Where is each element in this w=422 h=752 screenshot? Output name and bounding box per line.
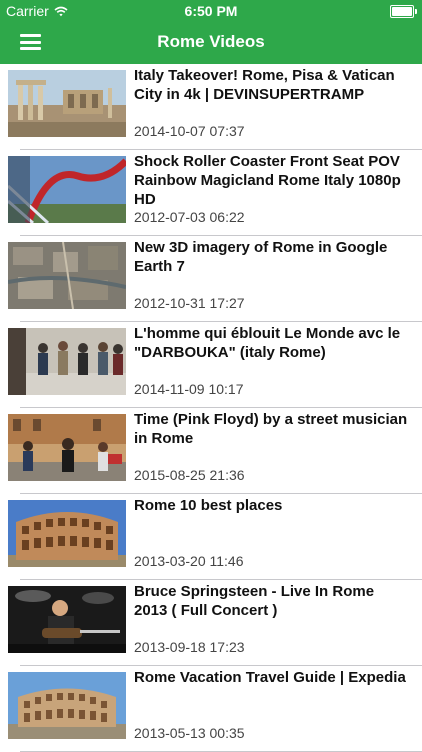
- video-list-item[interactable]: Rome 10 best places 2013-03-20 11:46: [0, 494, 422, 580]
- video-date: 2015-08-25 21:36: [134, 467, 245, 483]
- video-thumbnail[interactable]: [8, 242, 126, 309]
- video-title: Italy Takeover! Rome, Pisa & Vatican Cit…: [134, 67, 395, 103]
- battery-icon: [390, 5, 417, 18]
- video-thumbnail[interactable]: [8, 156, 126, 223]
- app-header: Carrier 6:50 PM Rome Videos: [0, 0, 422, 64]
- video-date: 2012-10-31 17:27: [134, 295, 245, 311]
- video-list-item[interactable]: Rome Vacation Travel Guide | Expedia 201…: [0, 666, 422, 752]
- video-date: 2013-03-20 11:46: [134, 553, 244, 569]
- video-list-item[interactable]: Shock Roller Coaster Front Seat POV Rain…: [0, 150, 422, 236]
- video-list-item[interactable]: New 3D imagery of Rome in Google Earth 7…: [0, 236, 422, 322]
- video-thumbnail[interactable]: [8, 414, 126, 481]
- video-thumbnail[interactable]: [8, 672, 126, 739]
- video-title: Bruce Springsteen - Live In Rome 2013 ( …: [134, 583, 375, 619]
- video-date: 2014-11-09 10:17: [134, 381, 244, 397]
- video-thumbnail[interactable]: [8, 328, 126, 395]
- navigation-bar: Rome Videos: [0, 20, 422, 64]
- video-title: Rome Vacation Travel Guide | Expedia: [134, 669, 406, 686]
- video-title: Time (Pink Floyd) by a street musician i…: [134, 411, 408, 447]
- video-title: Shock Roller Coaster Front Seat POV Rain…: [134, 153, 401, 208]
- video-thumbnail[interactable]: [8, 586, 126, 653]
- video-list-item[interactable]: L'homme qui éblouit Le Monde avc le "DAR…: [0, 322, 422, 408]
- video-title: L'homme qui éblouit Le Monde avc le "DAR…: [134, 325, 401, 361]
- page-title: Rome Videos: [157, 32, 265, 51]
- video-thumbnail[interactable]: [8, 500, 126, 567]
- video-title: New 3D imagery of Rome in Google Earth 7: [134, 239, 388, 275]
- video-thumbnail[interactable]: [8, 70, 126, 137]
- video-list-item[interactable]: Bruce Springsteen - Live In Rome 2013 ( …: [0, 580, 422, 666]
- video-date: 2014-10-07 07:37: [134, 123, 245, 139]
- video-list-item[interactable]: Time (Pink Floyd) by a street musician i…: [0, 408, 422, 494]
- video-date: 2013-09-18 17:23: [134, 639, 245, 655]
- video-title: Rome 10 best places: [134, 497, 283, 514]
- video-list-item[interactable]: Italy Takeover! Rome, Pisa & Vatican Cit…: [0, 64, 422, 150]
- video-list: Italy Takeover! Rome, Pisa & Vatican Cit…: [0, 64, 422, 752]
- status-time: 6:50 PM: [184, 3, 238, 19]
- status-bar: Carrier 6:50 PM: [0, 0, 422, 22]
- video-date: 2013-05-13 00:35: [134, 725, 245, 741]
- video-date: 2012-07-03 06:22: [134, 209, 245, 225]
